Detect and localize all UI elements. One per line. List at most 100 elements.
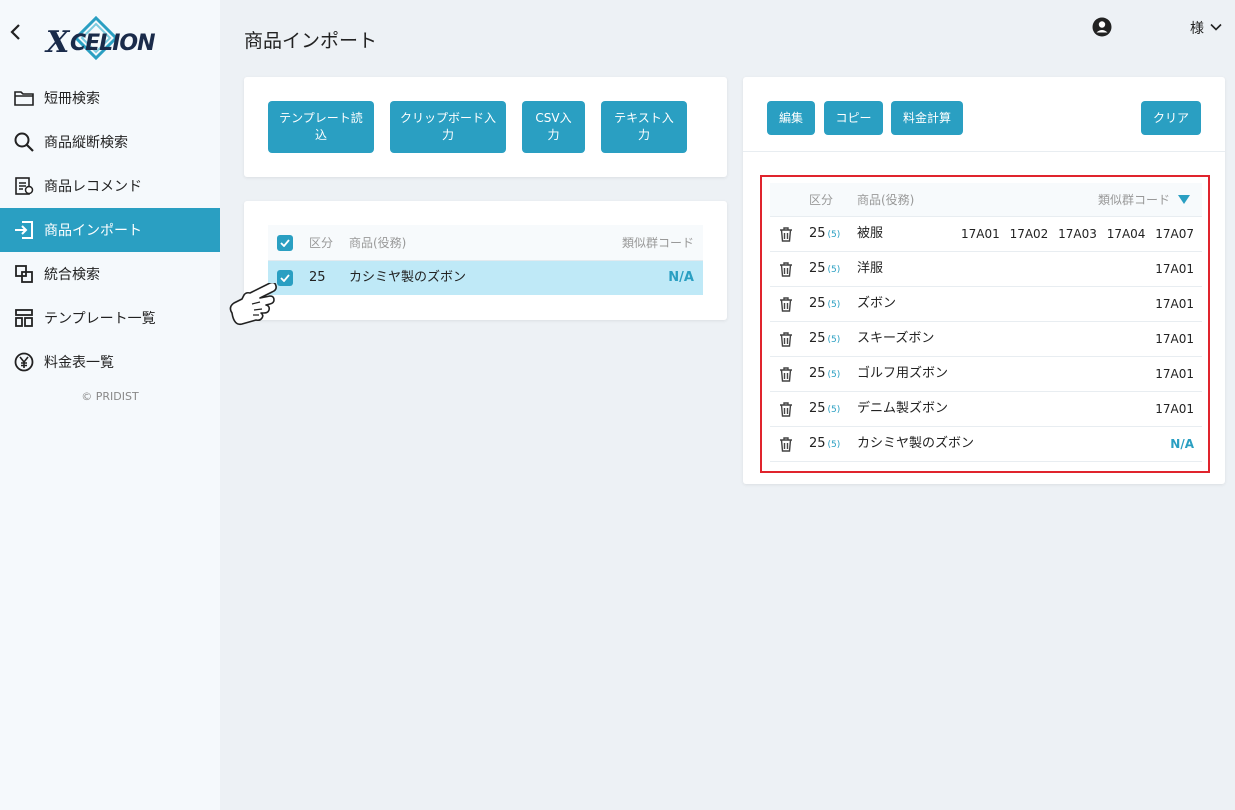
sidebar-item-import[interactable]: 商品インポート xyxy=(0,208,220,252)
sort-desc-icon[interactable] xyxy=(1178,195,1190,205)
row-class: 25 (5) xyxy=(809,322,840,357)
row-product: デニム製ズボン xyxy=(857,401,949,416)
row-class: 25 (5) xyxy=(809,427,840,462)
user-name[interactable]: 様 xyxy=(1190,18,1204,38)
row-codes: 17A01 xyxy=(1155,367,1194,381)
trash-icon[interactable] xyxy=(779,332,793,347)
sidebar: X CELION 短冊検索 商品縦断検索 商品レコメンド 商品インポート 統合検… xyxy=(0,0,220,810)
row-class-sub: (5) xyxy=(827,335,841,345)
row-class-sub: (5) xyxy=(827,230,841,240)
highlight-frame: 区分 商品(役務) 類似群コード 25 (5) 被服 17A01 17A02 17A0… xyxy=(760,175,1210,473)
recommend-icon xyxy=(12,174,36,198)
row-class-sub: (5) xyxy=(827,300,841,310)
row-product: 被服 xyxy=(857,226,884,241)
trash-icon[interactable] xyxy=(779,262,793,277)
table-row[interactable]: 25 (5) ゴルフ用ズボン 17A01 xyxy=(770,357,1202,392)
copy-button[interactable]: コピー xyxy=(824,101,883,135)
xcelion-logo-icon: X CELION xyxy=(44,15,156,61)
sidebar-item-label: 商品縦断検索 xyxy=(44,135,128,151)
row-code: N/A xyxy=(668,270,694,285)
row-class: 25 (5) xyxy=(809,357,840,392)
chevron-left-icon xyxy=(10,24,20,40)
row-class: 25 (5) xyxy=(809,392,840,427)
csv-input-button[interactable]: CSV入力 xyxy=(522,101,585,153)
template-icon xyxy=(12,306,36,330)
row-product: ズボン xyxy=(857,296,897,311)
table-row[interactable]: 25 (5) カシミヤ製のズボン N/A xyxy=(770,427,1202,462)
template-load-button[interactable]: テンプレート読込 xyxy=(268,101,374,153)
svg-text:X: X xyxy=(44,25,71,60)
table-row[interactable]: 25 (5) ズボン 17A01 xyxy=(770,287,1202,322)
sidebar-item-templates[interactable]: テンプレート一覧 xyxy=(0,296,220,340)
row-product: ゴルフ用ズボン xyxy=(857,366,949,381)
row-product: スキーズボン xyxy=(857,331,935,346)
header-class: 区分 xyxy=(309,236,334,250)
divider xyxy=(743,151,1225,152)
row-codes: 17A01 17A02 17A03 17A04 17A07 xyxy=(961,227,1194,241)
trash-icon[interactable] xyxy=(779,367,793,382)
folder-icon xyxy=(12,86,36,110)
sidebar-item-price-list[interactable]: 料金表一覧 xyxy=(0,340,220,384)
table-row[interactable]: 25 (5) 被服 17A01 17A02 17A03 17A04 17A07 xyxy=(770,217,1202,252)
import-options-card: テンプレート読込 クリップボード入力 CSV入力 テキスト入力 xyxy=(244,77,727,177)
header-class: 区分 xyxy=(809,193,834,207)
row-checkbox[interactable] xyxy=(277,270,293,286)
row-class-value: 25 xyxy=(809,226,826,241)
row-class-value: 25 xyxy=(809,366,826,381)
sidebar-item-label: 短冊検索 xyxy=(44,91,100,107)
check-icon xyxy=(280,274,290,282)
row-class-sub: (5) xyxy=(827,265,841,275)
header-product: 商品(役務) xyxy=(857,193,915,207)
row-codes: 17A01 xyxy=(1155,332,1194,346)
row-class-value: 25 xyxy=(809,401,826,416)
clipboard-input-button[interactable]: クリップボード入力 xyxy=(390,101,506,153)
row-class: 25 (5) xyxy=(809,287,840,322)
collapse-sidebar-button[interactable] xyxy=(8,22,28,46)
row-codes: 17A01 xyxy=(1155,297,1194,311)
result-table: 区分 商品(役務) 類似群コード 25 (5) 被服 17A01 17A02 17A0… xyxy=(770,183,1202,462)
import-list-card: 区分 商品(役務) 類似群コード 25 カシミヤ製のズボン N/A xyxy=(244,201,727,320)
trash-icon[interactable] xyxy=(779,437,793,452)
trash-icon[interactable] xyxy=(779,297,793,312)
table-row[interactable]: 25 (5) デニム製ズボン 17A01 xyxy=(770,392,1202,427)
sidebar-item-merge-search[interactable]: 統合検索 xyxy=(0,252,220,296)
header-product: 商品(役務) xyxy=(349,236,407,250)
import-table: 区分 商品(役務) 類似群コード 25 カシミヤ製のズボン N/A xyxy=(268,225,703,295)
row-product: カシミヤ製のズボン xyxy=(857,436,975,451)
row-class-sub: (5) xyxy=(827,405,841,415)
page-title: 商品インポート xyxy=(244,30,378,52)
row-class-value: 25 xyxy=(809,261,826,276)
sidebar-item-label: 料金表一覧 xyxy=(44,355,114,371)
account-icon[interactable] xyxy=(1091,16,1113,38)
price-calc-button[interactable]: 料金計算 xyxy=(891,101,963,135)
sidebar-item-product-search[interactable]: 商品縦断検索 xyxy=(0,120,220,164)
row-class-value: 25 xyxy=(809,331,826,346)
text-input-button[interactable]: テキスト入力 xyxy=(601,101,687,153)
chevron-down-icon[interactable] xyxy=(1209,20,1223,34)
trash-icon[interactable] xyxy=(779,227,793,242)
sidebar-item-recommend[interactable]: 商品レコメンド xyxy=(0,164,220,208)
sidebar-item-label: 商品レコメンド xyxy=(44,179,142,195)
table-header: 区分 商品(役務) 類似群コード xyxy=(268,225,703,261)
table-row[interactable]: 25 カシミヤ製のズボン N/A xyxy=(268,261,703,295)
row-codes: N/A xyxy=(1170,437,1194,451)
sidebar-item-label: 商品インポート xyxy=(44,223,142,239)
header-code[interactable]: 類似群コード xyxy=(1098,183,1170,217)
table-row[interactable]: 25 (5) 洋服 17A01 xyxy=(770,252,1202,287)
row-class-value: 25 xyxy=(809,436,826,451)
row-class: 25 (5) xyxy=(809,217,840,252)
sidebar-item-label: テンプレート一覧 xyxy=(44,311,156,327)
clear-button[interactable]: クリア xyxy=(1141,101,1201,135)
sidebar-item-label: 統合検索 xyxy=(44,267,100,283)
table-header: 区分 商品(役務) 類似群コード xyxy=(770,183,1202,217)
table-row[interactable]: 25 (5) スキーズボン 17A01 xyxy=(770,322,1202,357)
edit-button[interactable]: 編集 xyxy=(767,101,815,135)
search-icon xyxy=(12,130,36,154)
row-codes: 17A01 xyxy=(1155,402,1194,416)
select-all-checkbox[interactable] xyxy=(277,235,293,251)
row-class-value: 25 xyxy=(809,296,826,311)
trash-icon[interactable] xyxy=(779,402,793,417)
svg-text:CELION: CELION xyxy=(70,31,155,56)
header-code: 類似群コード xyxy=(621,236,694,250)
sidebar-item-tanzaku-search[interactable]: 短冊検索 xyxy=(0,76,220,120)
